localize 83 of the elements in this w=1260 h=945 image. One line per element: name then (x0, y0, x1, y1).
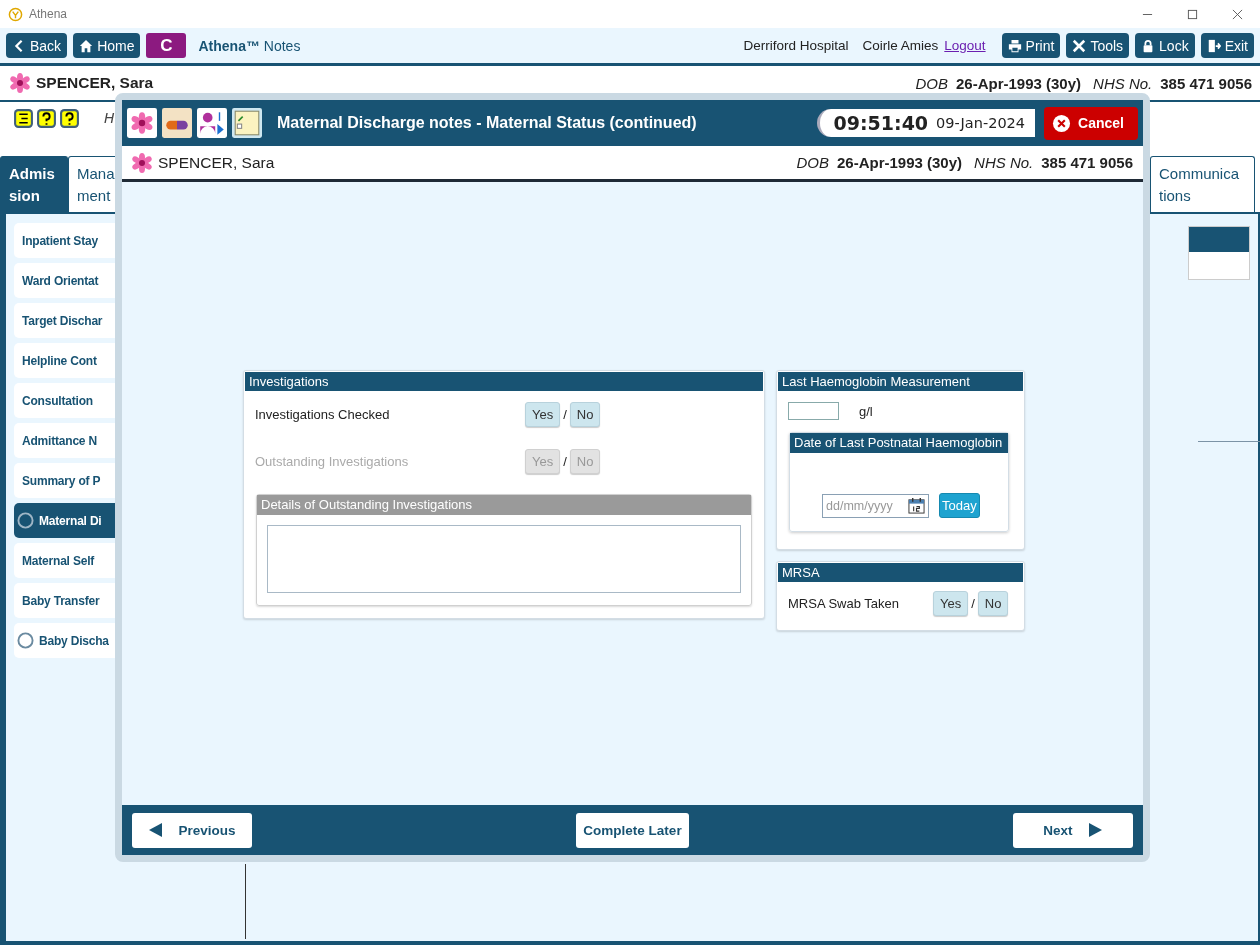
choice-button[interactable]: No (569, 402, 601, 427)
sidebar-item-label: Target Dischar (22, 313, 103, 328)
sidebar-item-label: Maternal Self (22, 553, 95, 568)
dob-label: DOB (796, 154, 829, 171)
calendar-icon[interactable] (908, 496, 925, 514)
clock-time: 09:51:40 (833, 112, 929, 134)
user-name: Coirle Amies (862, 38, 939, 53)
details-header: Details of Outstanding Investigations (257, 495, 751, 515)
tab[interactable]: Communica tions (1150, 156, 1255, 212)
sidebar-item-label: Inpatient Stay (22, 233, 98, 248)
app-name: Athena™ Notes (198, 37, 301, 54)
pill-icon[interactable] (162, 108, 192, 138)
sidebar-item-label: Consultation (22, 393, 93, 408)
toolbar-button[interactable]: Print (1001, 33, 1061, 58)
help-icon[interactable] (36, 108, 57, 129)
arrow-left-icon (148, 822, 165, 838)
patient-name: SPENCER, Sara (158, 153, 275, 172)
nhs-label: NHS No. (974, 154, 1034, 171)
unit-label: g/l (859, 403, 873, 419)
close-icon[interactable] (1232, 8, 1243, 20)
question-label: Investigations Checked (255, 407, 391, 422)
printer-icon (1007, 38, 1022, 53)
separator-text: / (971, 595, 975, 611)
cancel-button[interactable]: Cancel (1044, 106, 1138, 140)
tab[interactable]: Admis sion (0, 156, 68, 212)
help-list-icon[interactable] (13, 108, 34, 129)
person-icon[interactable] (197, 108, 227, 138)
radio-icon (17, 512, 34, 529)
separator-text: / (563, 407, 567, 422)
clock-date: 09-Jan-2024 (936, 115, 1026, 131)
toolbar-button[interactable]: Home (73, 33, 141, 58)
hospital-name: Derriford Hospital (743, 38, 849, 53)
nhs-label: NHS No. (1093, 74, 1153, 92)
sidebar-item-label: Ward Orientat (22, 273, 99, 288)
choice-button[interactable]: No (977, 590, 1009, 616)
tools-icon (1072, 38, 1087, 53)
next-button[interactable]: Next (1013, 812, 1133, 848)
sidebar-item-label: Helpline Cont (22, 353, 97, 368)
nhs-value: 385 471 9056 (1160, 74, 1252, 92)
radio-icon (17, 632, 34, 649)
question-label: MRSA Swab Taken (788, 595, 901, 611)
haemoglobin-input[interactable] (788, 402, 839, 420)
help-icon[interactable] (59, 108, 80, 129)
toolbar-button[interactable]: Lock (1135, 33, 1195, 58)
panel-fragment (1188, 226, 1250, 280)
arrow-right-icon (1086, 822, 1103, 838)
header-text: H (104, 110, 115, 126)
window-title: Athena (29, 7, 68, 21)
previous-button[interactable]: Previous (132, 812, 252, 848)
choice-button[interactable]: Yes (525, 402, 561, 427)
c-button[interactable]: C (146, 33, 187, 58)
sidebar-item-label: Admittance N (22, 433, 97, 448)
sidebar-item-label: Maternal Di (39, 513, 102, 528)
toolbar-button[interactable]: Tools (1066, 33, 1130, 58)
dob-value: 26-Apr-1993 (30y) (837, 154, 963, 171)
toolbar-button[interactable]: Back (6, 33, 68, 58)
notepad-icon[interactable] (232, 108, 262, 138)
home-icon (79, 38, 94, 53)
dialog-title: Maternal Discharge notes - Maternal Status (continued) (277, 114, 697, 132)
toolbar-button[interactable]: Exit (1200, 33, 1254, 58)
choice-button[interactable]: Yes (933, 590, 969, 616)
patient-name: SPENCER, Sara (36, 74, 154, 92)
dob-label: DOB (915, 74, 948, 92)
close-icon (1052, 113, 1072, 133)
panel-header: Investigations (245, 372, 763, 391)
flower-icon[interactable] (127, 108, 157, 138)
panel-header: Last Haemoglobin Measurement (778, 372, 1023, 391)
complete-later-button[interactable]: Complete Later (576, 812, 689, 848)
flower-icon (132, 152, 152, 173)
date-header: Date of Last Postnatal Haemoglobin (790, 433, 1008, 453)
app-logo-icon (8, 6, 23, 22)
maximize-icon[interactable] (1187, 8, 1198, 20)
logout-link[interactable]: Logout (944, 38, 986, 53)
sidebar-item-label: Summary of P (22, 473, 101, 488)
panel-header: MRSA (778, 563, 1023, 582)
exit-icon (1206, 38, 1221, 53)
question-label: Outstanding Investigations (255, 454, 410, 469)
nhs-value: 385 471 9056 (1041, 154, 1133, 171)
sidebar-item-label: Baby Transfer (22, 593, 100, 608)
dob-value: 26-Apr-1993 (30y) (956, 74, 1082, 92)
separator-text: / (563, 454, 567, 469)
sidebar-item-label: Baby Discha (39, 633, 109, 648)
flower-icon (10, 73, 30, 93)
